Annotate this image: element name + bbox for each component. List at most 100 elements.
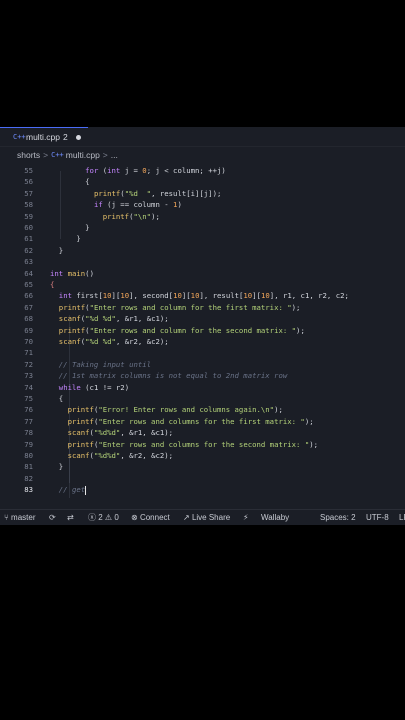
code-token: ) — [177, 200, 182, 210]
lightning-icon[interactable]: ⚡ — [243, 510, 249, 525]
code-line[interactable]: 78 scanf("%d%d", &r1, &c1); — [0, 427, 405, 438]
code-line[interactable]: 77 printf("Enter rows and columns for th… — [0, 416, 405, 427]
code-line[interactable]: 64 int main() — [0, 268, 405, 279]
warning-count: 0 — [114, 513, 119, 522]
code-token: "Enter rows and columns for the second m… — [98, 439, 310, 449]
live-share-button[interactable]: ↗ Live Share — [183, 510, 230, 525]
status-bar: ⑂ master ⟳ ⇄ ⓧ 2 ⚠ 0 ⊗ Connect ↗ Live Sh… — [0, 509, 405, 525]
line-number: 64 — [24, 268, 33, 278]
code-text: int first[10][10], second[10][10], resul… — [50, 290, 349, 301]
code-line[interactable]: 80 scanf("%d%d", &r2, &c2); — [0, 450, 405, 461]
code-token: j = — [120, 166, 143, 175]
breadcrumb: shorts > C++ multi.cpp > ... — [0, 147, 405, 162]
code-token: "\n" — [133, 211, 152, 221]
breadcrumb-symbols[interactable]: ... — [111, 150, 118, 160]
code-line[interactable]: 61 } — [0, 233, 405, 244]
code-token: , &r2, &c2); — [120, 451, 174, 460]
code-token: { — [50, 177, 90, 187]
code-line[interactable]: 69 printf("Enter rows and column for the… — [0, 325, 405, 336]
code-line[interactable]: 67 printf("Enter rows and column for the… — [0, 302, 405, 313]
code-line[interactable]: 55 for (int j = 0; j < column; ++j) — [0, 165, 405, 176]
code-token: } — [50, 462, 64, 472]
code-token: ( — [98, 166, 108, 175]
code-line[interactable]: 70 scanf("%d %d", &r2, &c2); — [0, 336, 405, 347]
code-text: // Taking input until — [50, 359, 151, 370]
encoding-indicator[interactable]: UTF-8 — [366, 510, 389, 525]
code-line[interactable]: 73 // 1st matrix columns is not equal to… — [0, 370, 405, 381]
tab-multi-cpp[interactable]: C++ multi.cpp 2 — [0, 127, 88, 146]
code-text: printf("Enter rows and columns for the f… — [50, 416, 314, 427]
source-control-icon[interactable]: ⇄ — [67, 510, 74, 525]
code-token: if — [93, 200, 103, 210]
code-token: scanf — [58, 337, 81, 346]
breadcrumb-separator: > — [102, 149, 108, 160]
code-line[interactable]: 62 } — [0, 245, 405, 256]
code-line[interactable]: 72 // Taking input until — [0, 359, 405, 370]
code-line[interactable]: 60 } — [0, 222, 405, 233]
code-token: "Enter rows and column for the first mat… — [89, 302, 292, 312]
code-token: ; j < column; ++j) — [146, 166, 226, 175]
code-token: ][ — [181, 291, 191, 301]
code-line[interactable]: 83 // get — [0, 484, 405, 495]
code-line[interactable]: 71 — [0, 347, 405, 358]
code-line[interactable]: 75 { — [0, 393, 405, 404]
code-line[interactable]: 65 { — [0, 279, 405, 290]
eol-indicator[interactable]: LF — [399, 510, 405, 525]
code-text: } — [50, 461, 63, 472]
cpp-file-icon: C++ — [51, 150, 64, 159]
connect-button[interactable]: ⊗ Connect — [131, 510, 170, 525]
line-number: 69 — [24, 325, 33, 335]
code-editor-window: C++ multi.cpp 2 shorts > C++ multi.cpp >… — [0, 127, 405, 525]
code-text: { — [50, 176, 90, 187]
code-line[interactable]: 76 printf("Error! Enter rows and columns… — [0, 404, 405, 415]
code-token: "Enter rows and column for the second ma… — [89, 325, 297, 335]
code-line[interactable]: 56 { — [0, 176, 405, 187]
tab-bar: C++ multi.cpp 2 — [0, 127, 405, 147]
line-number: 62 — [24, 245, 33, 255]
code-line[interactable]: 57 printf("%d ", result[i][j]); — [0, 188, 405, 199]
code-token: int — [58, 291, 72, 301]
breadcrumb-folder[interactable]: shorts — [17, 150, 40, 160]
code-line[interactable]: 59 printf("\n"); — [0, 211, 405, 222]
branch-indicator[interactable]: ⑂ master — [4, 510, 36, 525]
code-line[interactable]: 58 if (j == column - 1) — [0, 199, 405, 210]
code-area[interactable]: 55 for (int j = 0; j < column; ++j) 56 {5… — [0, 165, 405, 500]
code-line[interactable]: 66 int first[10][10], second[10][10], re… — [0, 290, 405, 301]
code-token: 10 — [243, 291, 253, 301]
code-line[interactable]: 81 } — [0, 461, 405, 472]
line-number: 81 — [24, 462, 33, 472]
code-token: { — [50, 394, 64, 403]
code-token: main — [67, 268, 86, 278]
code-token: int — [107, 166, 121, 175]
code-text: printf("\n"); — [50, 211, 160, 222]
code-token: scanf — [58, 314, 81, 324]
unsaved-dot-icon[interactable] — [75, 134, 81, 140]
problems-indicator[interactable]: ⓧ 2 ⚠ 0 — [88, 510, 119, 525]
code-line[interactable]: 79 printf("Enter rows and columns for th… — [0, 439, 405, 450]
code-text: printf("Enter rows and columns for the s… — [50, 439, 318, 450]
code-token: printf — [67, 416, 94, 426]
code-text: } — [50, 233, 80, 244]
code-token: printf — [58, 302, 86, 312]
code-line[interactable]: 82 — [0, 473, 405, 484]
code-token: , result[i][j]); — [151, 188, 222, 198]
line-number: 77 — [24, 416, 33, 426]
line-number: 55 — [24, 166, 33, 175]
wallaby-button[interactable]: Wallaby — [261, 510, 289, 525]
code-token: first[ — [71, 291, 103, 301]
code-token: ); — [291, 302, 301, 312]
indentation-indicator[interactable]: Spaces: 2 — [320, 510, 356, 525]
sync-icon[interactable]: ⟳ — [49, 510, 56, 525]
code-line[interactable]: 74 while (c1 != r2) — [0, 382, 405, 393]
cpp-file-icon: C++ — [13, 133, 26, 141]
breadcrumb-separator: > — [43, 149, 49, 160]
breadcrumb-file[interactable]: multi.cpp — [66, 150, 100, 160]
code-line[interactable]: 68 scanf("%d %d", &r1, &c1); — [0, 313, 405, 324]
error-count: 2 — [98, 513, 103, 522]
code-line[interactable]: 63 — [0, 256, 405, 267]
